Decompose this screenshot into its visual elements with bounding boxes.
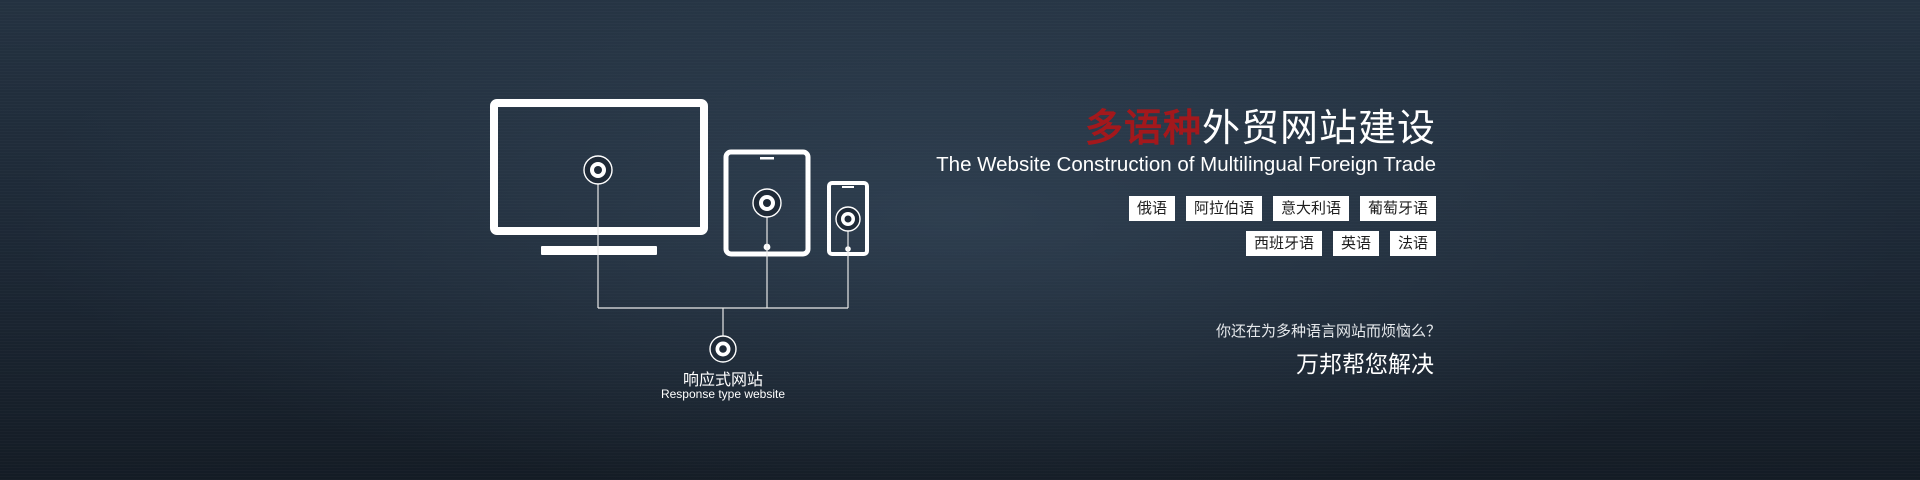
headline-text: 外贸网站建设 — [1201, 106, 1436, 150]
target-icon — [835, 206, 861, 232]
solution-text: 万邦帮您解决 — [1296, 352, 1434, 378]
target-icon — [583, 155, 613, 185]
target-icon — [709, 335, 737, 363]
language-tag-russian[interactable]: 俄语 — [1128, 196, 1175, 221]
language-tag-portuguese[interactable]: 葡萄牙语 — [1359, 196, 1436, 221]
responsive-devices-illustration — [490, 99, 869, 363]
question-text: 你还在为多种语言网站而烦恼么？ — [1215, 322, 1441, 340]
language-tags-row-2: 西班牙语 英语 法语 — [1245, 231, 1436, 256]
language-tag-arabic[interactable]: 阿拉伯语 — [1185, 196, 1262, 221]
language-tag-french[interactable]: 法语 — [1389, 231, 1436, 256]
hero-banner[interactable]: 响应式网站 Response type website 多语种外贸网站建设 Th… — [0, 0, 1920, 480]
language-tag-english[interactable]: 英语 — [1332, 231, 1379, 256]
subtitle-english: The Website Construction of Multilingual… — [936, 153, 1436, 176]
target-icon — [752, 188, 782, 218]
headline-highlight: 多语种 — [1084, 106, 1202, 150]
language-tags-row-1: 俄语 阿拉伯语 意大利语 葡萄牙语 — [1128, 196, 1436, 221]
language-tag-italian[interactable]: 意大利语 — [1272, 196, 1349, 221]
responsive-site-label-en: Response type website — [660, 387, 786, 401]
headline: 多语种外贸网站建设 — [1085, 104, 1436, 152]
language-tag-spanish[interactable]: 西班牙语 — [1245, 231, 1322, 256]
